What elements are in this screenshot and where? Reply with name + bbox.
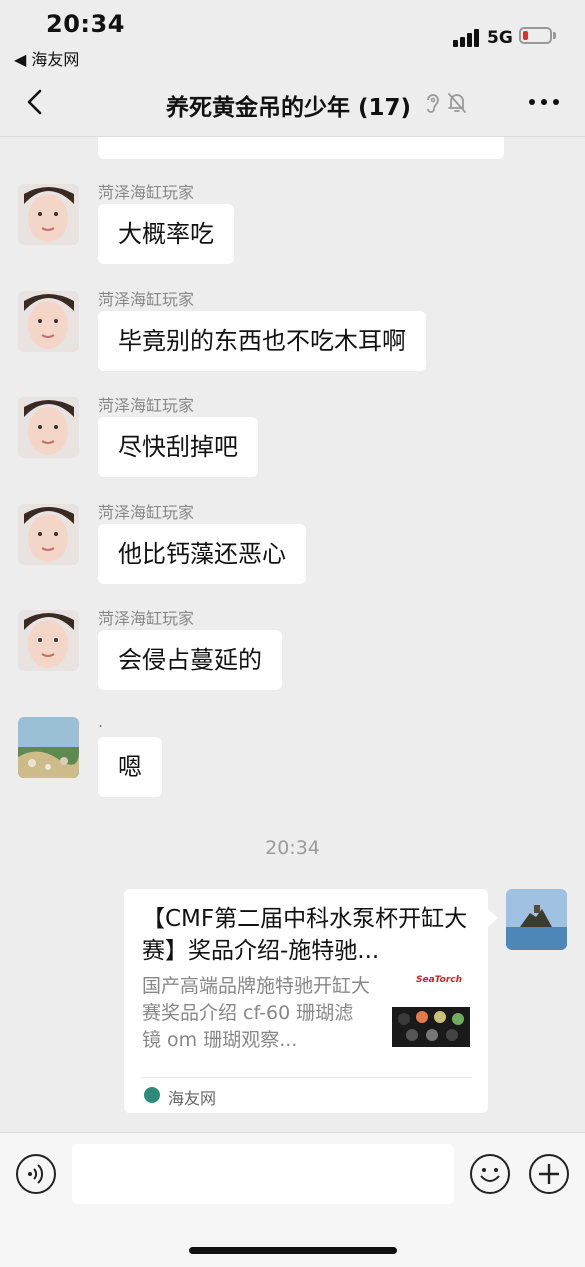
avatar[interactable] [18, 610, 79, 671]
shared-article-card[interactable]: 【CMF第二届中科水泵杯开缸大赛】奖品介绍-施特驰... 国产高端品牌施特驰开缸… [124, 889, 488, 1113]
avatar[interactable] [18, 397, 79, 458]
mute-notifications-icon [448, 93, 466, 113]
message-timestamp: 20:34 [265, 837, 320, 859]
emoji-icon [480, 1168, 500, 1182]
avatar-self[interactable] [506, 889, 567, 950]
chat-header: 养死黄金吊的少年 (17) [0, 70, 585, 137]
sender-name: . [98, 712, 104, 731]
article-thumbnail: SeaTorch [392, 975, 470, 1051]
article-source: 海友网 [168, 1089, 217, 1108]
status-bar: 20:34 ◀ 海友网 5G [0, 0, 585, 70]
message-bubble[interactable]: 他比钙藻还恶心 [98, 524, 306, 584]
bubble-tail [488, 909, 498, 927]
status-time: 20:34 [46, 10, 125, 38]
network-type: 5G [487, 28, 513, 48]
sender-name: 菏泽海缸玩家 [98, 183, 195, 202]
article-description: 国产高端品牌施特驰开缸大赛奖品介绍 cf-60 珊瑚滤镜 om 珊瑚观察... [142, 975, 371, 1051]
source-app-icon [144, 1087, 160, 1103]
battery-cap [553, 32, 556, 39]
home-indicator[interactable] [189, 1247, 397, 1254]
product-filters-image [392, 1007, 470, 1047]
message-text-input[interactable] [72, 1144, 454, 1204]
sender-name: 菏泽海缸玩家 [98, 396, 195, 415]
voice-input-button[interactable] [16, 1154, 56, 1194]
back-to-app-link[interactable]: ◀ 海友网 [14, 46, 79, 70]
more-options-icon[interactable] [528, 92, 560, 112]
avatar[interactable] [18, 504, 79, 565]
cellular-signal-icon [453, 29, 481, 47]
sender-name: 菏泽海缸玩家 [98, 503, 195, 522]
emoji-button[interactable] [470, 1154, 510, 1194]
battery-icon [519, 27, 552, 44]
message-bubble[interactable]: 毕竟别的东西也不吃木耳啊 [98, 311, 426, 371]
avatar[interactable] [18, 184, 79, 245]
avatar[interactable] [18, 291, 79, 352]
message-list[interactable]: 菏泽海缸玩家 大概率吃 菏泽海缸玩家 毕竟别的东西也不吃木耳啊 菏泽海缸玩家 尽… [0, 137, 585, 1132]
message-bubble[interactable]: 大概率吃 [98, 204, 234, 264]
message-input-bar [0, 1132, 585, 1267]
plus-icon [539, 1164, 559, 1184]
voice-icon [28, 1164, 44, 1184]
chat-title: 养死黄金吊的少年 (17) [166, 95, 412, 121]
message-bubble[interactable]: 嗯 [98, 737, 162, 797]
sender-name: 菏泽海缸玩家 [98, 609, 195, 628]
message-bubble[interactable]: 会侵占蔓延的 [98, 630, 282, 690]
more-actions-button[interactable] [529, 1154, 569, 1194]
back-chevron-icon[interactable] [22, 88, 50, 116]
card-divider [142, 1077, 472, 1078]
message-bubble-partial[interactable] [98, 137, 504, 159]
avatar[interactable] [18, 717, 79, 778]
article-title: 【CMF第二届中科水泵杯开缸大赛】奖品介绍-施特驰... [142, 906, 468, 964]
earpiece-mode-icon [427, 94, 439, 113]
message-bubble[interactable]: 尽快刮掉吧 [98, 417, 258, 477]
sender-name: 菏泽海缸玩家 [98, 290, 195, 309]
